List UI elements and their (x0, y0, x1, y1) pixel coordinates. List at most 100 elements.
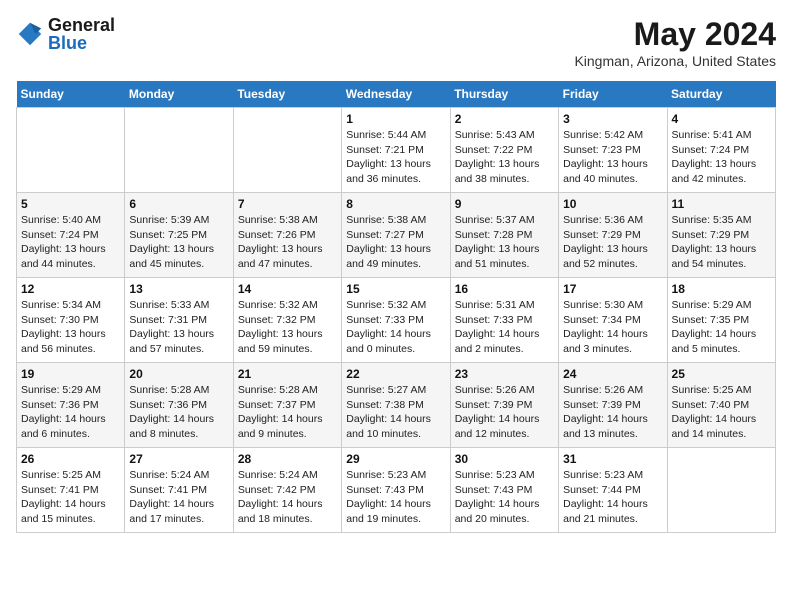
day-info: Sunrise: 5:32 AM Sunset: 7:33 PM Dayligh… (346, 298, 445, 357)
day-number: 10 (563, 197, 662, 211)
day-number: 28 (238, 452, 337, 466)
day-number: 11 (672, 197, 771, 211)
day-info: Sunrise: 5:29 AM Sunset: 7:35 PM Dayligh… (672, 298, 771, 357)
day-info: Sunrise: 5:23 AM Sunset: 7:44 PM Dayligh… (563, 468, 662, 527)
main-title: May 2024 (574, 16, 776, 53)
calendar-cell: 5 Sunrise: 5:40 AM Sunset: 7:24 PM Daylig… (17, 193, 125, 278)
calendar-cell: 23 Sunrise: 5:26 AM Sunset: 7:39 PM Dayli… (450, 363, 558, 448)
day-number: 25 (672, 367, 771, 381)
day-number: 26 (21, 452, 120, 466)
day-info: Sunrise: 5:44 AM Sunset: 7:21 PM Dayligh… (346, 128, 445, 187)
day-number: 23 (455, 367, 554, 381)
calendar-cell: 20 Sunrise: 5:28 AM Sunset: 7:36 PM Dayli… (125, 363, 233, 448)
calendar-cell: 15 Sunrise: 5:32 AM Sunset: 7:33 PM Dayli… (342, 278, 450, 363)
day-number: 6 (129, 197, 228, 211)
calendar-cell: 31 Sunrise: 5:23 AM Sunset: 7:44 PM Dayli… (559, 448, 667, 533)
calendar-cell: 8 Sunrise: 5:38 AM Sunset: 7:27 PM Daylig… (342, 193, 450, 278)
day-info: Sunrise: 5:41 AM Sunset: 7:24 PM Dayligh… (672, 128, 771, 187)
day-number: 12 (21, 282, 120, 296)
day-info: Sunrise: 5:42 AM Sunset: 7:23 PM Dayligh… (563, 128, 662, 187)
calendar-week-2: 5 Sunrise: 5:40 AM Sunset: 7:24 PM Daylig… (17, 193, 776, 278)
day-info: Sunrise: 5:38 AM Sunset: 7:27 PM Dayligh… (346, 213, 445, 272)
title-block: May 2024 Kingman, Arizona, United States (574, 16, 776, 69)
day-number: 4 (672, 112, 771, 126)
day-info: Sunrise: 5:43 AM Sunset: 7:22 PM Dayligh… (455, 128, 554, 187)
calendar-cell: 2 Sunrise: 5:43 AM Sunset: 7:22 PM Daylig… (450, 108, 558, 193)
day-number: 2 (455, 112, 554, 126)
calendar-cell: 22Sunrise: 5:27 AM Sunset: 7:38 PM Dayli… (342, 363, 450, 448)
day-info: Sunrise: 5:24 AM Sunset: 7:42 PM Dayligh… (238, 468, 337, 527)
day-info: Sunrise: 5:33 AM Sunset: 7:31 PM Dayligh… (129, 298, 228, 357)
calendar-cell: 28 Sunrise: 5:24 AM Sunset: 7:42 PM Dayli… (233, 448, 341, 533)
calendar-cell: 10 Sunrise: 5:36 AM Sunset: 7:29 PM Dayli… (559, 193, 667, 278)
day-number: 31 (563, 452, 662, 466)
day-info: Sunrise: 5:26 AM Sunset: 7:39 PM Dayligh… (563, 383, 662, 442)
calendar-table: SundayMondayTuesdayWednesdayThursdayFrid… (16, 81, 776, 533)
calendar-cell: 21Sunrise: 5:28 AM Sunset: 7:37 PM Dayli… (233, 363, 341, 448)
day-info: Sunrise: 5:25 AM Sunset: 7:41 PM Dayligh… (21, 468, 120, 527)
day-info: Sunrise: 5:40 AM Sunset: 7:24 PM Dayligh… (21, 213, 120, 272)
subtitle: Kingman, Arizona, United States (574, 53, 776, 69)
day-number: 15 (346, 282, 445, 296)
calendar-cell: 9 Sunrise: 5:37 AM Sunset: 7:28 PM Daylig… (450, 193, 558, 278)
calendar-cell: 30Sunrise: 5:23 AM Sunset: 7:43 PM Dayli… (450, 448, 558, 533)
header-cell-monday: Monday (125, 81, 233, 108)
calendar-cell: 7 Sunrise: 5:38 AM Sunset: 7:26 PM Daylig… (233, 193, 341, 278)
header-cell-tuesday: Tuesday (233, 81, 341, 108)
header-cell-wednesday: Wednesday (342, 81, 450, 108)
day-info: Sunrise: 5:24 AM Sunset: 7:41 PM Dayligh… (129, 468, 228, 527)
header-row: SundayMondayTuesdayWednesdayThursdayFrid… (17, 81, 776, 108)
day-info: Sunrise: 5:28 AM Sunset: 7:36 PM Dayligh… (129, 383, 228, 442)
logo-text: General Blue (48, 16, 115, 52)
day-number: 5 (21, 197, 120, 211)
day-number: 17 (563, 282, 662, 296)
day-number: 16 (455, 282, 554, 296)
day-number: 18 (672, 282, 771, 296)
calendar-cell: 27 Sunrise: 5:24 AM Sunset: 7:41 PM Dayli… (125, 448, 233, 533)
page-header: General Blue May 2024 Kingman, Arizona, … (16, 16, 776, 69)
logo-general: General (48, 16, 115, 34)
day-number: 20 (129, 367, 228, 381)
day-info: Sunrise: 5:32 AM Sunset: 7:32 PM Dayligh… (238, 298, 337, 357)
day-info: Sunrise: 5:38 AM Sunset: 7:26 PM Dayligh… (238, 213, 337, 272)
day-info: Sunrise: 5:35 AM Sunset: 7:29 PM Dayligh… (672, 213, 771, 272)
logo: General Blue (16, 16, 115, 52)
day-info: Sunrise: 5:26 AM Sunset: 7:39 PM Dayligh… (455, 383, 554, 442)
logo-icon (16, 20, 44, 48)
calendar-cell (17, 108, 125, 193)
day-number: 8 (346, 197, 445, 211)
header-cell-thursday: Thursday (450, 81, 558, 108)
header-cell-friday: Friday (559, 81, 667, 108)
day-number: 19 (21, 367, 120, 381)
calendar-cell: 17 Sunrise: 5:30 AM Sunset: 7:34 PM Dayli… (559, 278, 667, 363)
day-number: 21 (238, 367, 337, 381)
calendar-week-3: 12 Sunrise: 5:34 AM Sunset: 7:30 PM Dayli… (17, 278, 776, 363)
day-number: 24 (563, 367, 662, 381)
day-number: 27 (129, 452, 228, 466)
day-number: 22 (346, 367, 445, 381)
calendar-cell: 25 Sunrise: 5:25 AM Sunset: 7:40 PM Dayli… (667, 363, 775, 448)
logo-blue: Blue (48, 34, 115, 52)
day-number: 14 (238, 282, 337, 296)
calendar-cell: 19Sunrise: 5:29 AM Sunset: 7:36 PM Dayli… (17, 363, 125, 448)
calendar-cell: 3 Sunrise: 5:42 AM Sunset: 7:23 PM Daylig… (559, 108, 667, 193)
day-info: Sunrise: 5:23 AM Sunset: 7:43 PM Dayligh… (455, 468, 554, 527)
day-info: Sunrise: 5:34 AM Sunset: 7:30 PM Dayligh… (21, 298, 120, 357)
day-info: Sunrise: 5:37 AM Sunset: 7:28 PM Dayligh… (455, 213, 554, 272)
day-info: Sunrise: 5:25 AM Sunset: 7:40 PM Dayligh… (672, 383, 771, 442)
day-number: 13 (129, 282, 228, 296)
day-number: 9 (455, 197, 554, 211)
calendar-cell: 11 Sunrise: 5:35 AM Sunset: 7:29 PM Dayli… (667, 193, 775, 278)
day-number: 1 (346, 112, 445, 126)
day-info: Sunrise: 5:30 AM Sunset: 7:34 PM Dayligh… (563, 298, 662, 357)
day-number: 3 (563, 112, 662, 126)
calendar-cell: 14 Sunrise: 5:32 AM Sunset: 7:32 PM Dayli… (233, 278, 341, 363)
calendar-cell: 18 Sunrise: 5:29 AM Sunset: 7:35 PM Dayli… (667, 278, 775, 363)
day-info: Sunrise: 5:36 AM Sunset: 7:29 PM Dayligh… (563, 213, 662, 272)
calendar-cell (667, 448, 775, 533)
calendar-cell (125, 108, 233, 193)
calendar-cell: 29Sunrise: 5:23 AM Sunset: 7:43 PM Dayli… (342, 448, 450, 533)
header-cell-sunday: Sunday (17, 81, 125, 108)
day-number: 7 (238, 197, 337, 211)
calendar-cell: 12 Sunrise: 5:34 AM Sunset: 7:30 PM Dayli… (17, 278, 125, 363)
